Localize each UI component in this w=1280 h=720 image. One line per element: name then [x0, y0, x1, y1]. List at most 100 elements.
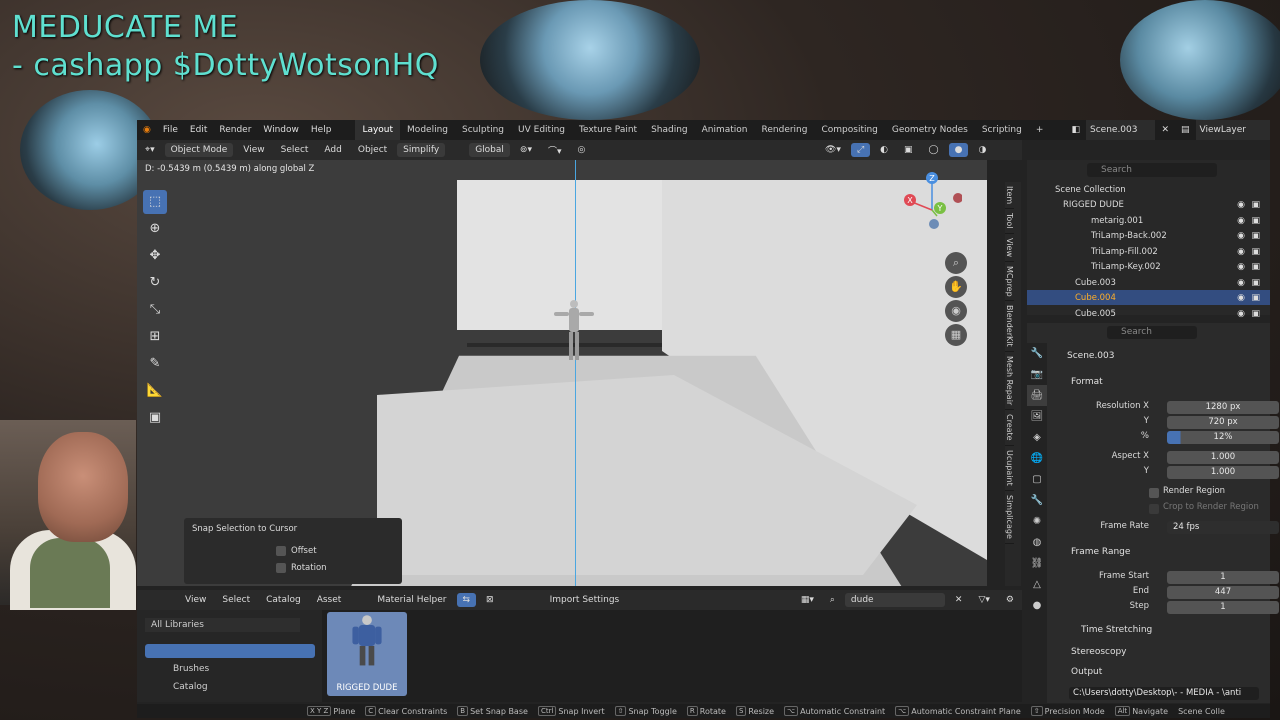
frame-rate-dropdown[interactable]: 24 fps	[1167, 521, 1279, 534]
snap-icon[interactable]: ⌒▾	[542, 142, 568, 159]
eye-icon[interactable]: ◉	[1237, 247, 1245, 257]
tab-simplicage[interactable]: Simplicage	[1005, 491, 1014, 544]
close-scene-icon[interactable]: ✕	[1155, 120, 1175, 140]
stereoscopy-section[interactable]: Stereoscopy	[1071, 647, 1280, 657]
camera-icon[interactable]: ▣	[1251, 293, 1260, 303]
render-region-row[interactable]: Render Region	[1049, 486, 1267, 500]
output-path-field[interactable]: C:\Users\dotty\Desktop\- - MEDIA - \anti	[1069, 687, 1259, 700]
scene-icon[interactable]: ◧	[1065, 120, 1086, 140]
constraints-tab-icon[interactable]: ⛓	[1027, 553, 1047, 574]
frame-range-section-header[interactable]: Frame Range	[1071, 547, 1280, 557]
outliner-row-rigged-dude[interactable]: RIGGED DUDE ◉ ▣	[1027, 197, 1270, 212]
library-dropdown[interactable]: All Libraries	[145, 618, 300, 632]
tab-compositing[interactable]: Compositing	[814, 120, 884, 140]
format-section-header[interactable]: Format	[1071, 377, 1280, 387]
asset-menu-select[interactable]: Select	[216, 593, 256, 607]
shading-solid-icon[interactable]: ●	[948, 143, 969, 157]
tab-item[interactable]: Item	[1005, 182, 1014, 210]
tab-mcprep[interactable]: MCprep	[1005, 262, 1014, 302]
menu-add[interactable]: Add	[318, 143, 347, 157]
material-helper-button[interactable]: Material Helper	[371, 593, 452, 607]
eye-icon[interactable]: ◉	[1237, 216, 1245, 226]
rigged-dude-model[interactable]	[554, 298, 594, 368]
filter-icon[interactable]: ▽▾	[972, 593, 995, 607]
tab-mesh-repair[interactable]: Mesh Repair	[1005, 352, 1014, 411]
shading-material-icon[interactable]: ◑	[972, 143, 992, 157]
menu-window[interactable]: Window	[257, 120, 305, 140]
pan-hand-icon[interactable]: ✋	[945, 276, 967, 298]
zoom-icon[interactable]: ⌕	[945, 252, 967, 274]
asset-menu-view[interactable]: View	[179, 593, 212, 607]
physics-tab-icon[interactable]: ◍	[1027, 532, 1047, 553]
link-mode-icon[interactable]: ⇆	[456, 593, 477, 607]
outliner-row-cube-005[interactable]: Cube.005 ◉ ▣	[1027, 306, 1270, 321]
camera-icon[interactable]: ▣	[1251, 200, 1260, 210]
unlink-icon[interactable]: ⊠	[480, 593, 500, 607]
rotation-checkbox[interactable]: Rotation	[276, 563, 327, 573]
scale-tool-icon[interactable]: ⤡	[143, 298, 167, 322]
tab-sculpting[interactable]: Sculpting	[455, 120, 511, 140]
output-tab-icon[interactable]: 🖨	[1027, 385, 1047, 406]
menu-object[interactable]: Object	[352, 143, 393, 157]
menu-view[interactable]: View	[237, 143, 270, 157]
outliner-row-metarig[interactable]: metarig.001 ◉ ▣	[1027, 213, 1270, 228]
snap-panel-title[interactable]: Snap Selection to Cursor	[192, 524, 297, 534]
eye-icon[interactable]: ◉	[1237, 293, 1245, 303]
transform-tool-icon[interactable]: ⊞	[143, 325, 167, 349]
outliner-row-cube-004[interactable]: Cube.004 ◉ ▣	[1027, 290, 1270, 305]
scene-tab-icon[interactable]: ◈	[1027, 427, 1047, 448]
rotation-checkbox-box[interactable]	[276, 563, 286, 573]
particles-tab-icon[interactable]: ✺	[1027, 511, 1047, 532]
measure-tool-icon[interactable]: 📐	[143, 379, 167, 403]
menu-edit[interactable]: Edit	[184, 120, 213, 140]
render-region-checkbox[interactable]	[1149, 488, 1159, 498]
camera-icon[interactable]: ▣	[1251, 216, 1260, 226]
menu-help[interactable]: Help	[305, 120, 338, 140]
annotate-tool-icon[interactable]: ✎	[143, 352, 167, 376]
resolution-y-field[interactable]: 720 px	[1167, 416, 1279, 429]
blender-logo-icon[interactable]: ◉	[137, 120, 157, 140]
time-stretching-section[interactable]: Time Stretching	[1081, 625, 1280, 635]
camera-icon[interactable]: ▣	[1251, 262, 1260, 272]
output-section[interactable]: Output	[1071, 667, 1280, 677]
camera-view-icon[interactable]: ◉	[945, 300, 967, 322]
orientation-dropdown[interactable]: Global	[469, 143, 510, 157]
navigation-gizmo[interactable]: Z X Y	[902, 170, 962, 230]
camera-icon[interactable]: ▣	[1251, 278, 1260, 288]
menu-file[interactable]: File	[157, 120, 184, 140]
overlay-icon[interactable]: ◐	[874, 143, 894, 157]
scene-name[interactable]: Scene.003	[1086, 120, 1156, 140]
ortho-grid-icon[interactable]: ▦	[945, 324, 967, 346]
outliner-row-trilamp-back[interactable]: TriLamp-Back.002 ◉ ▣	[1027, 228, 1270, 243]
camera-icon[interactable]: ▣	[1251, 309, 1260, 319]
eye-icon[interactable]: ◉	[1237, 309, 1245, 319]
material-tab-icon[interactable]: ●	[1027, 595, 1047, 616]
tab-layout[interactable]: Layout	[355, 120, 401, 140]
world-tab-icon[interactable]: 🌐	[1027, 448, 1047, 469]
eye-icon[interactable]: ◉	[1237, 278, 1245, 288]
viewlayer-icon[interactable]: ▤	[1175, 120, 1196, 140]
asset-rigged-dude[interactable]: RIGGED DUDE	[327, 612, 407, 696]
shading-wireframe-icon[interactable]: ◯	[923, 143, 945, 157]
outliner-row-scene-collection[interactable]: Scene Collection	[1027, 182, 1270, 197]
outliner-row-trilamp-fill[interactable]: TriLamp-Fill.002 ◉ ▣	[1027, 244, 1270, 259]
tab-tool[interactable]: Tool	[1005, 209, 1014, 234]
resolution-pct-field[interactable]: 12%	[1167, 431, 1279, 444]
frame-end-field[interactable]: 447	[1167, 586, 1279, 599]
simplify-button[interactable]: Simplify	[397, 143, 446, 157]
eye-icon[interactable]: ◉	[1237, 231, 1245, 241]
menu-render[interactable]: Render	[213, 120, 257, 140]
gizmo-toggle-icon[interactable]: ⤢	[850, 143, 871, 157]
proportional-edit-icon[interactable]: ◎	[572, 143, 592, 157]
properties-search[interactable]: Search	[1107, 326, 1197, 339]
clear-search-icon[interactable]: ✕	[949, 593, 969, 607]
asset-menu-catalog[interactable]: Catalog	[260, 593, 307, 607]
eye-icon[interactable]: ◉	[1237, 262, 1245, 272]
cursor-tool-icon[interactable]: ⊕	[143, 217, 167, 241]
menu-select[interactable]: Select	[275, 143, 315, 157]
tab-texture-paint[interactable]: Texture Paint	[572, 120, 644, 140]
outliner-row-cube-003[interactable]: Cube.003 ◉ ▣	[1027, 275, 1270, 290]
tab-blenderkit[interactable]: BlenderKit	[1005, 301, 1014, 353]
asset-search-input[interactable]: dude	[844, 593, 945, 607]
eye-icon[interactable]: ◉	[1237, 200, 1245, 210]
